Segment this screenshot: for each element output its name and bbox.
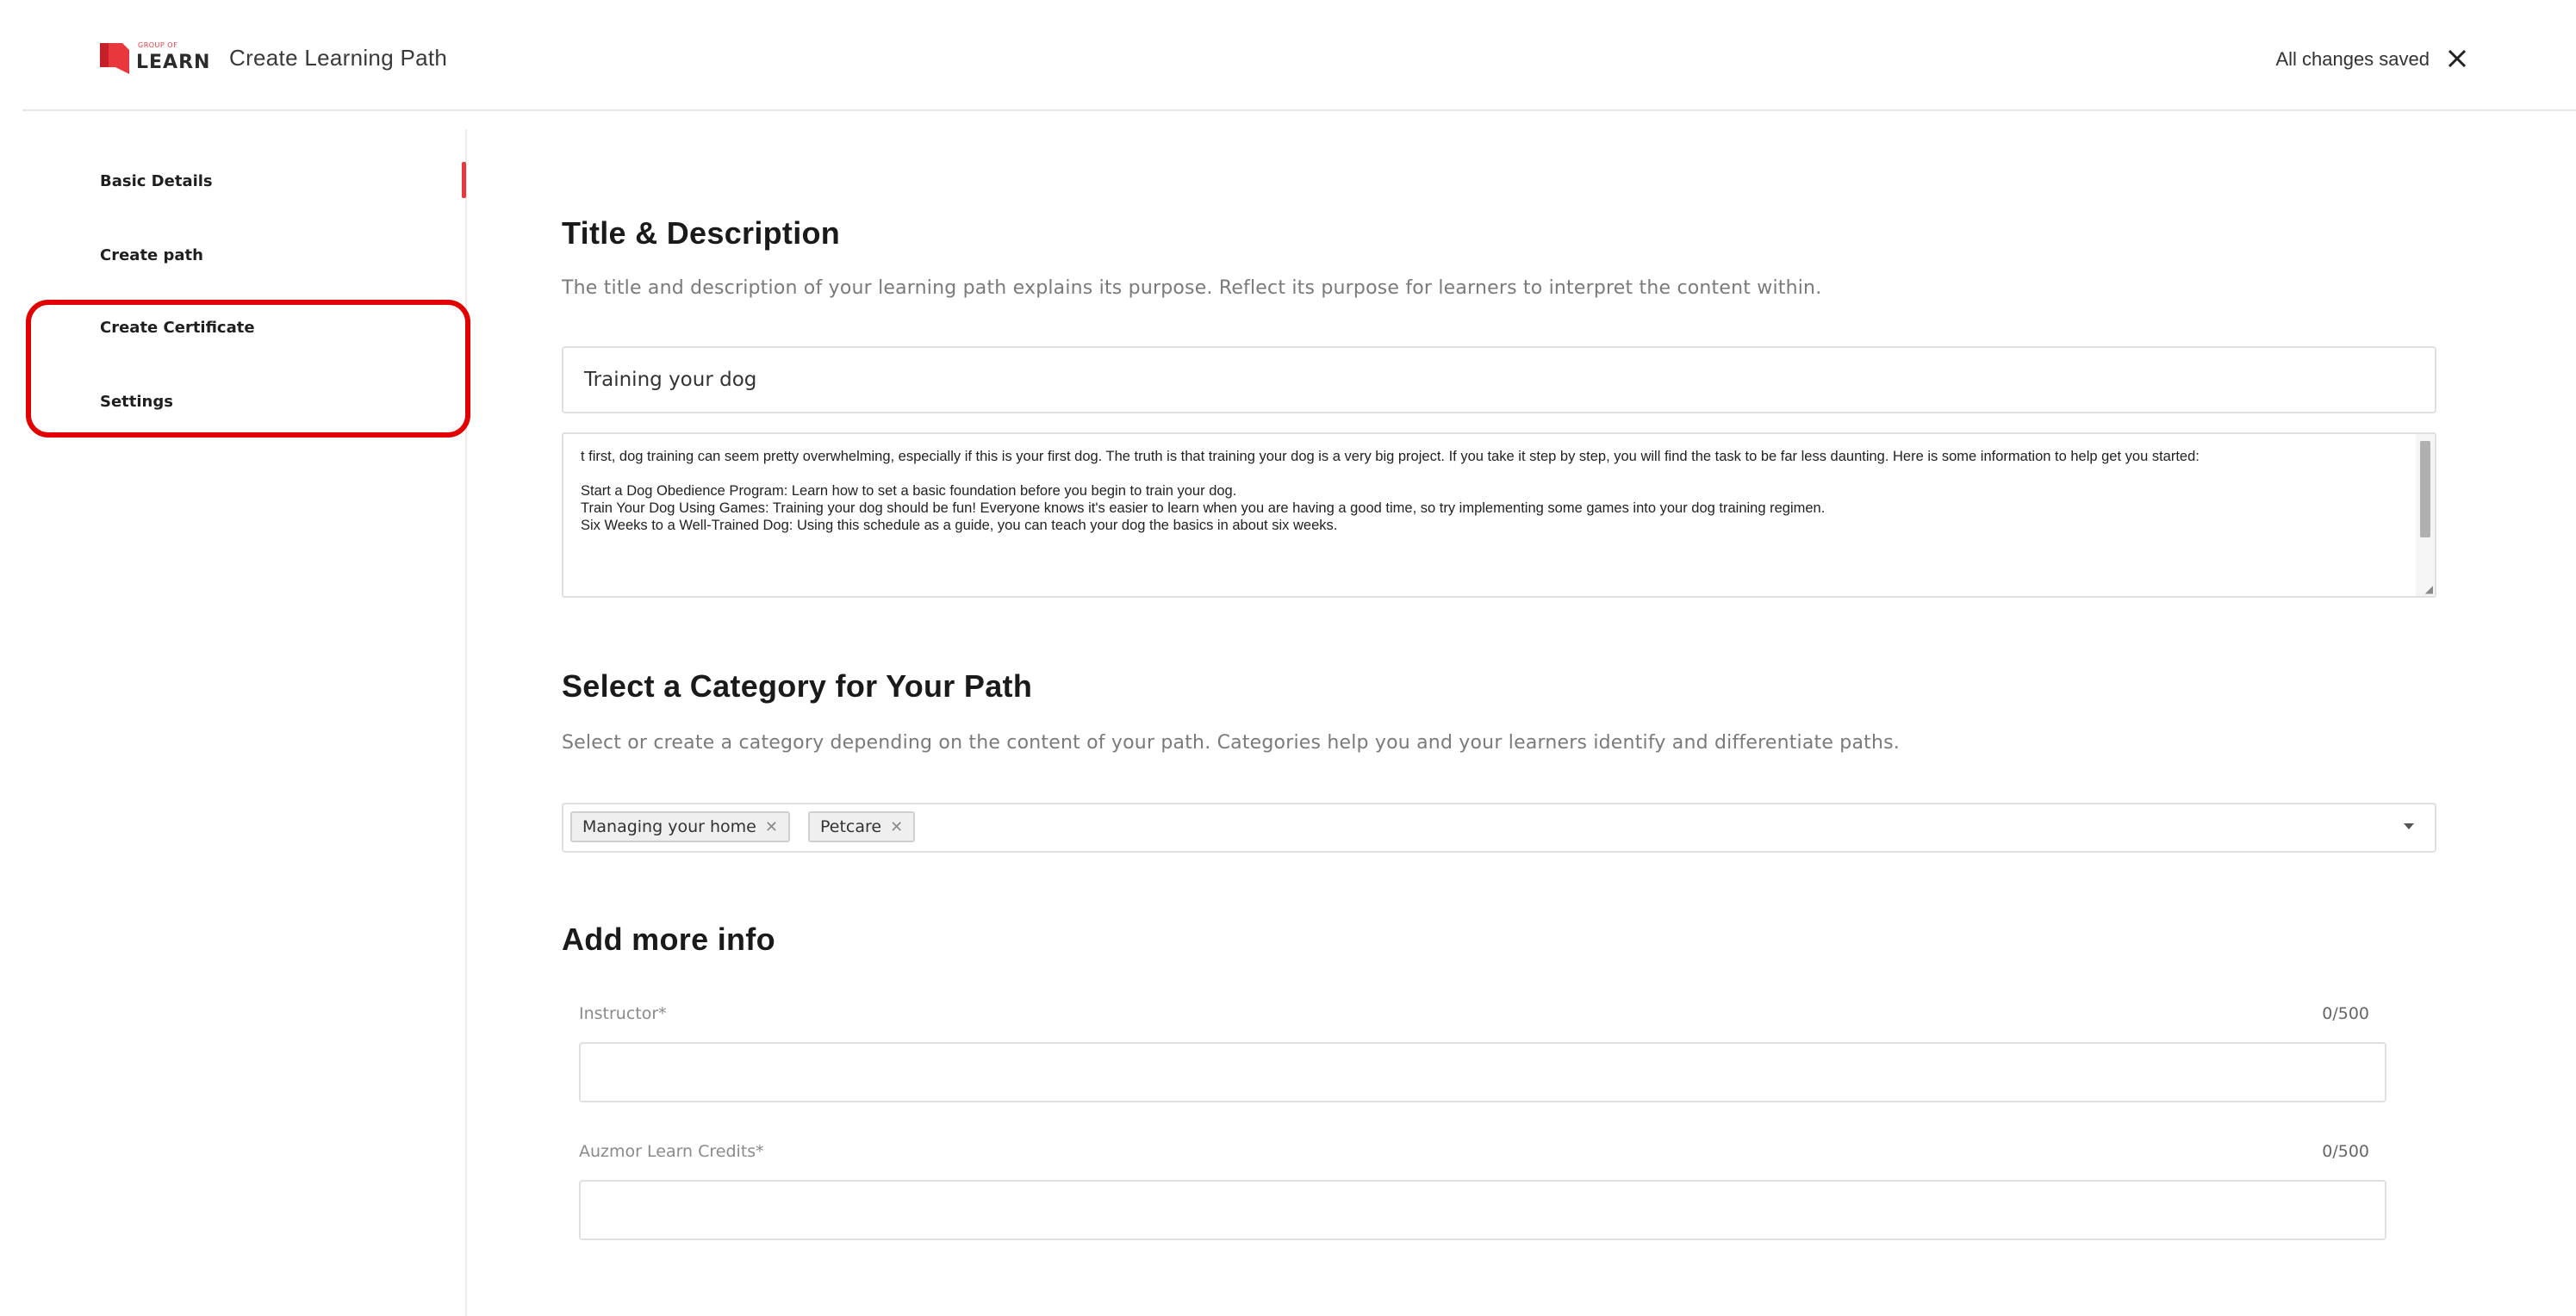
description-paragraph-2: Start a Dog Obedience Program: Learn how… bbox=[581, 483, 1237, 499]
sidebar-divider bbox=[465, 129, 467, 1316]
instructor-label: Instructor* bbox=[579, 1004, 667, 1023]
sidebar-item-create-path[interactable]: Create path bbox=[100, 246, 203, 264]
active-step-indicator bbox=[462, 162, 466, 198]
logo-mark-icon bbox=[100, 43, 129, 74]
header-divider bbox=[22, 109, 2576, 111]
annotation-highlight-box bbox=[26, 300, 470, 438]
path-description-textarea[interactable]: t first, dog training can seem pretty ov… bbox=[562, 432, 2436, 598]
title-description-heading: Title & Description bbox=[562, 215, 841, 251]
instructor-counter: 0/500 bbox=[2322, 1004, 2369, 1023]
category-chip: Petcare ✕ bbox=[808, 811, 916, 842]
category-help: Select or create a category depending on… bbox=[562, 732, 1900, 754]
chip-label: Petcare bbox=[820, 817, 882, 836]
resize-handle-icon[interactable]: ◢ bbox=[2425, 584, 2433, 594]
scrollbar-thumb[interactable] bbox=[2420, 441, 2430, 537]
instructor-input[interactable] bbox=[579, 1042, 2386, 1102]
description-paragraph-1: t first, dog training can seem pretty ov… bbox=[581, 449, 2200, 464]
chevron-down-icon[interactable] bbox=[2404, 823, 2414, 829]
title-description-help: The title and description of your learni… bbox=[562, 277, 1822, 299]
category-chip: Managing your home ✕ bbox=[570, 811, 790, 842]
logo-word: LEARN bbox=[136, 52, 211, 73]
sidebar bbox=[0, 112, 465, 1316]
description-paragraph-3: Train Your Dog Using Games: Training you… bbox=[581, 500, 1826, 516]
credits-input[interactable] bbox=[579, 1180, 2386, 1240]
chip-label: Managing your home bbox=[582, 817, 756, 836]
top-bar: GROUP OF LEARN Create Learning Path All … bbox=[0, 0, 2576, 110]
remove-chip-icon[interactable]: ✕ bbox=[890, 818, 903, 836]
remove-chip-icon[interactable]: ✕ bbox=[765, 818, 778, 836]
credits-label: Auzmor Learn Credits* bbox=[579, 1142, 764, 1161]
textarea-scrollbar[interactable] bbox=[2416, 434, 2435, 596]
learn-logo[interactable]: GROUP OF LEARN bbox=[100, 41, 209, 76]
page-title: Create Learning Path bbox=[229, 45, 448, 71]
save-status: All changes saved bbox=[2275, 48, 2430, 70]
more-info-heading: Add more info bbox=[562, 922, 775, 957]
credits-counter: 0/500 bbox=[2322, 1142, 2369, 1161]
sidebar-item-basic-details[interactable]: Basic Details bbox=[100, 172, 213, 190]
category-heading: Select a Category for Your Path bbox=[562, 668, 1033, 704]
path-title-input[interactable]: Training your dog bbox=[562, 346, 2436, 413]
logo-small-text: GROUP OF bbox=[138, 41, 178, 49]
category-select[interactable]: Managing your home ✕ Petcare ✕ bbox=[562, 803, 2436, 853]
description-paragraph-4: Six Weeks to a Well-Trained Dog: Using t… bbox=[581, 518, 1338, 533]
close-icon[interactable] bbox=[2442, 43, 2473, 74]
